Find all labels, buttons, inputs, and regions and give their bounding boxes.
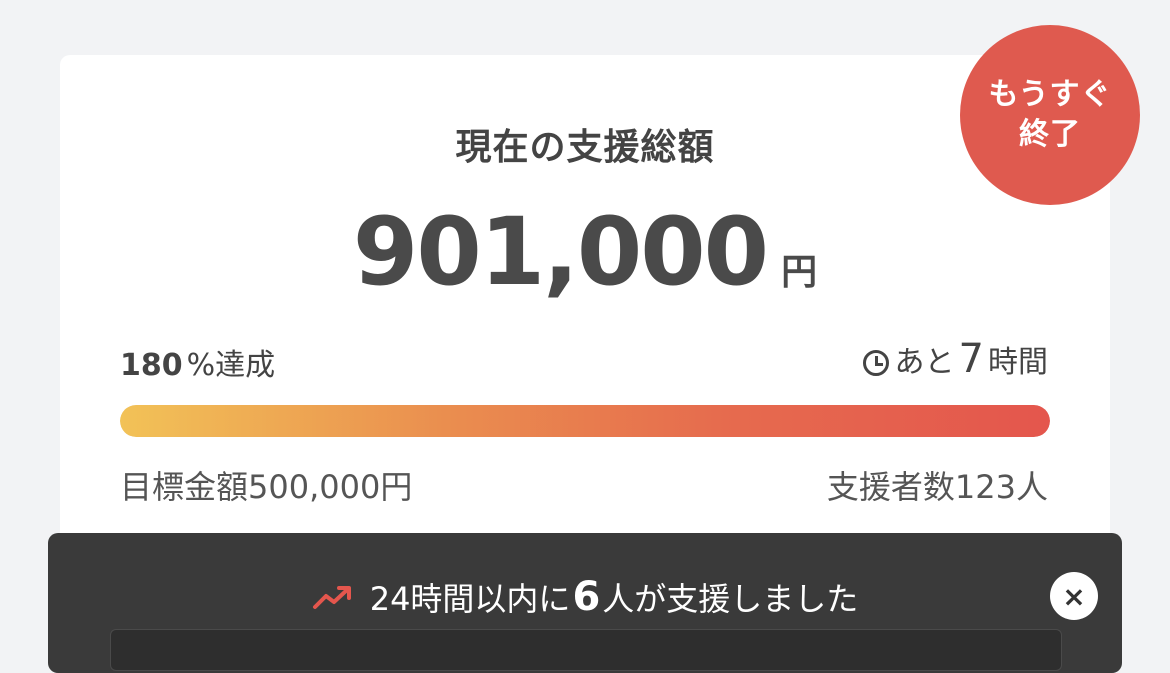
toast-count: 6 [572, 574, 601, 620]
backer-count: 支援者数123人 [827, 462, 1048, 508]
close-icon: × [1062, 579, 1086, 613]
total-support-title: 現在の支援総額 [455, 127, 715, 168]
achievement-rate: 180 %達成 [120, 340, 275, 384]
toast-underlay [110, 629, 1062, 671]
goal-label: 目標金額 [120, 468, 249, 506]
badge-line-1: もうすぐ [988, 77, 1112, 112]
goal-amount: 目標金額500,000円 [120, 462, 412, 508]
backers-value: 123 [954, 468, 1016, 506]
amount-unit: 円 [781, 252, 818, 293]
goal-value: 500,000円 [248, 468, 413, 506]
progress-bar-fill [120, 405, 1050, 437]
progress-bar [120, 405, 1050, 437]
toast-message: 24時間以内に 6 人が支援しました [0, 574, 1170, 620]
remaining-prefix: あと [894, 345, 955, 380]
toast-suffix: 人が支援しました [602, 580, 859, 618]
remaining-hours: 7 [958, 336, 984, 382]
percent-symbol: % [186, 348, 216, 383]
time-remaining: あと 7 時間 [862, 336, 1048, 382]
achievement-percent: 180 [120, 348, 183, 383]
clock-icon [862, 350, 889, 376]
trending-up-icon [312, 586, 351, 609]
backers-label: 支援者数 [826, 468, 955, 506]
toast-prefix: 24時間以内に [369, 580, 571, 618]
backers-unit: 人 [1015, 468, 1048, 506]
achievement-label: 達成 [215, 348, 276, 383]
ending-soon-badge: もうすぐ 終了 [960, 25, 1140, 205]
amount-value: 901,000 [352, 198, 769, 307]
toast-close-button[interactable]: × [1050, 572, 1098, 620]
total-amount: 901,000 円 [0, 198, 1170, 307]
remaining-unit: 時間 [988, 345, 1048, 380]
